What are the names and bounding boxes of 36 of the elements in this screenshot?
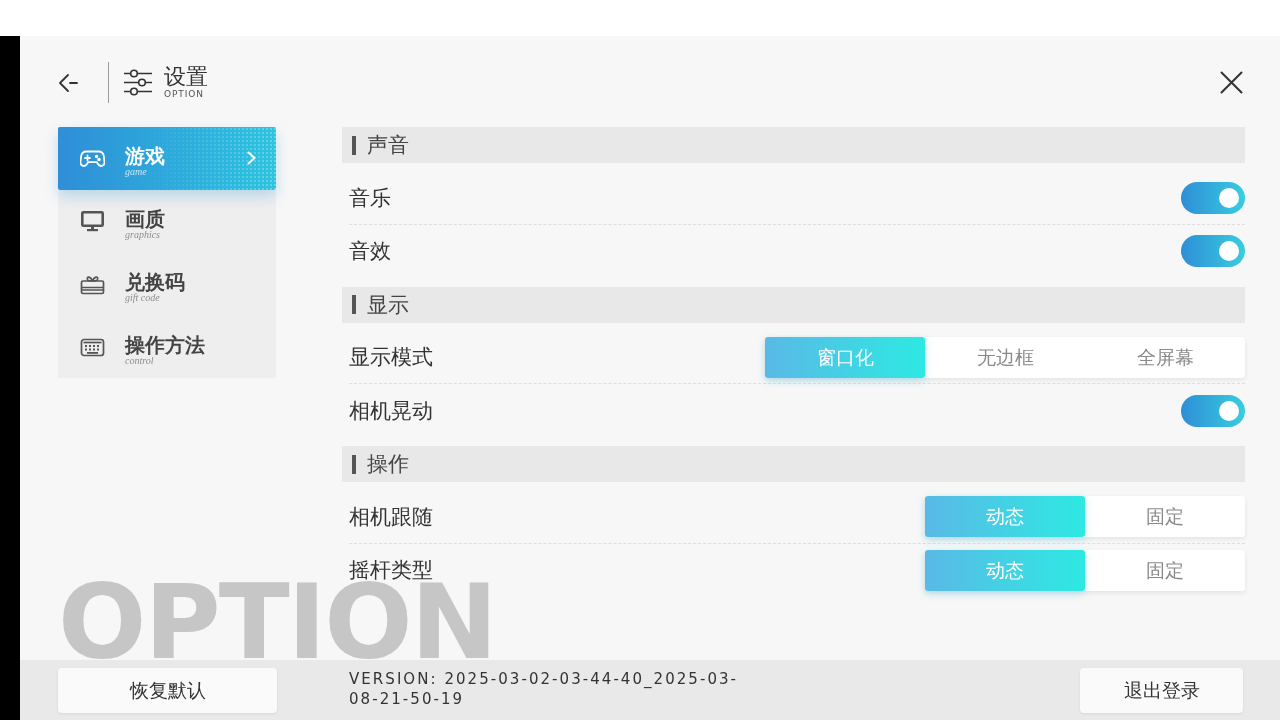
section-marker-icon bbox=[352, 295, 356, 314]
section-title: 声音 bbox=[367, 132, 409, 159]
segment-option[interactable]: 固定 bbox=[1085, 549, 1245, 591]
toggle-switch[interactable] bbox=[1181, 181, 1245, 214]
segment-option[interactable]: 全屏幕 bbox=[1085, 336, 1245, 378]
logout-button[interactable]: 退出登录 bbox=[1080, 668, 1243, 713]
close-icon[interactable] bbox=[1220, 71, 1243, 94]
setting-label: 相机晃动 bbox=[349, 397, 433, 425]
toggle-switch[interactable] bbox=[1181, 394, 1245, 427]
toggle-switch[interactable] bbox=[1181, 235, 1245, 267]
setting-label: 摇杆类型 bbox=[349, 557, 433, 582]
settings-subtitle: OPTION bbox=[164, 89, 205, 100]
monitor-icon bbox=[80, 210, 105, 233]
settings-title: 设置 bbox=[164, 65, 208, 89]
setting-label: 相机跟随 bbox=[349, 503, 433, 531]
segment-option[interactable]: 动态 bbox=[925, 496, 1085, 537]
sidebar-item[interactable]: 兑换码 gift code bbox=[58, 252, 276, 316]
section-marker-icon bbox=[352, 135, 356, 155]
sliders-icon bbox=[124, 69, 152, 96]
segment-option[interactable]: 动态 bbox=[925, 549, 1085, 591]
setting-label: 音乐 bbox=[349, 184, 391, 212]
setting-label: 音效 bbox=[349, 238, 391, 265]
reset-button[interactable]: 恢复默认 bbox=[58, 668, 277, 713]
section-marker-icon bbox=[352, 454, 356, 474]
sidebar-item[interactable]: 操作方法 control bbox=[58, 315, 276, 378]
segment-option[interactable]: 窗口化 bbox=[765, 336, 925, 378]
chevron-right-icon bbox=[247, 151, 256, 166]
sidebar-item[interactable]: 画质 graphics bbox=[58, 189, 276, 253]
section-title: 操作 bbox=[367, 451, 409, 478]
segment-option[interactable]: 固定 bbox=[1085, 496, 1245, 537]
version-text: VERSION: 2025-03-02-03-44-40_2025-03-08-21-50-19 bbox=[349, 669, 740, 709]
section-title: 显示 bbox=[367, 291, 409, 319]
back-icon[interactable] bbox=[58, 72, 78, 93]
segment-option[interactable]: 无边框 bbox=[925, 336, 1085, 378]
sidebar-item[interactable]: 游戏 game bbox=[58, 127, 276, 190]
setting-label: 显示模式 bbox=[349, 344, 433, 371]
